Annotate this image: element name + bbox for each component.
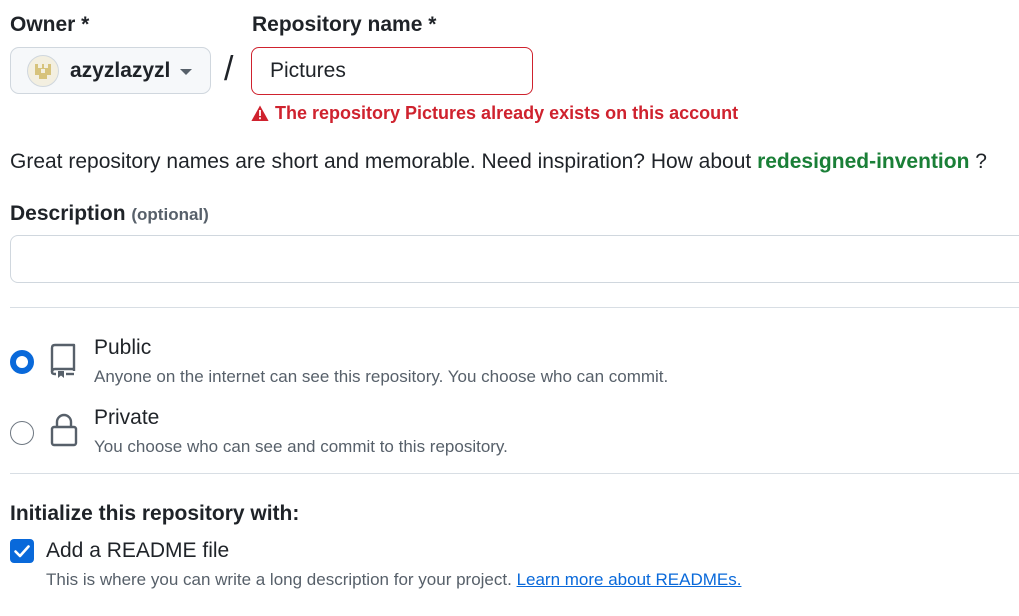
description-label-text: Description (10, 202, 126, 225)
alert-triangle-icon (251, 105, 269, 121)
readme-checkbox-label[interactable]: Add a README file (46, 539, 229, 563)
private-description: You choose who can see and commit to thi… (94, 437, 508, 456)
avatar (27, 54, 59, 87)
private-radio[interactable] (10, 421, 34, 445)
optional-hint: (optional) (131, 205, 209, 224)
readme-description: This is where you can write a long descr… (46, 570, 741, 590)
owner-repo-separator: / (224, 50, 234, 88)
identicon-avatar-icon (35, 63, 51, 79)
create-repository-form: Owner * Repository name * azyzlazyzl / T… (0, 0, 1019, 616)
checkmark-icon (14, 545, 30, 558)
repo-icon (50, 343, 76, 378)
public-radio[interactable] (10, 350, 34, 374)
divider (10, 307, 1019, 308)
description-label: Description (optional) (10, 202, 209, 226)
public-description: Anyone on the internet can see this repo… (94, 367, 669, 386)
owner-label: Owner * (10, 13, 90, 36)
repository-name-error: The repository Pictures already exists o… (251, 103, 738, 124)
error-message: The repository Pictures already exists o… (275, 103, 739, 123)
description-input[interactable] (10, 235, 1019, 283)
owner-name: azyzlazyzl (70, 58, 171, 82)
readme-checkbox[interactable] (10, 539, 34, 563)
suggestion-text: Great repository names are short and mem… (10, 150, 752, 173)
lock-icon (50, 413, 78, 447)
suggested-name-button[interactable]: redesigned-invention (757, 150, 969, 173)
name-suggestion: Great repository names are short and mem… (10, 150, 987, 174)
repository-name-input[interactable] (251, 47, 533, 95)
learn-more-readmes-link[interactable]: Learn more about READMEs. (517, 570, 742, 589)
private-title: Private (94, 406, 160, 429)
initialize-heading: Initialize this repository with: (10, 502, 300, 525)
divider (10, 473, 1019, 474)
readme-description-text: This is where you can write a long descr… (46, 570, 512, 589)
repository-name-label: Repository name * (252, 13, 437, 36)
public-title: Public (94, 336, 152, 359)
suggestion-suffix: ? (975, 150, 987, 173)
chevron-down-icon (180, 69, 192, 75)
owner-dropdown-button[interactable]: azyzlazyzl (10, 47, 211, 94)
